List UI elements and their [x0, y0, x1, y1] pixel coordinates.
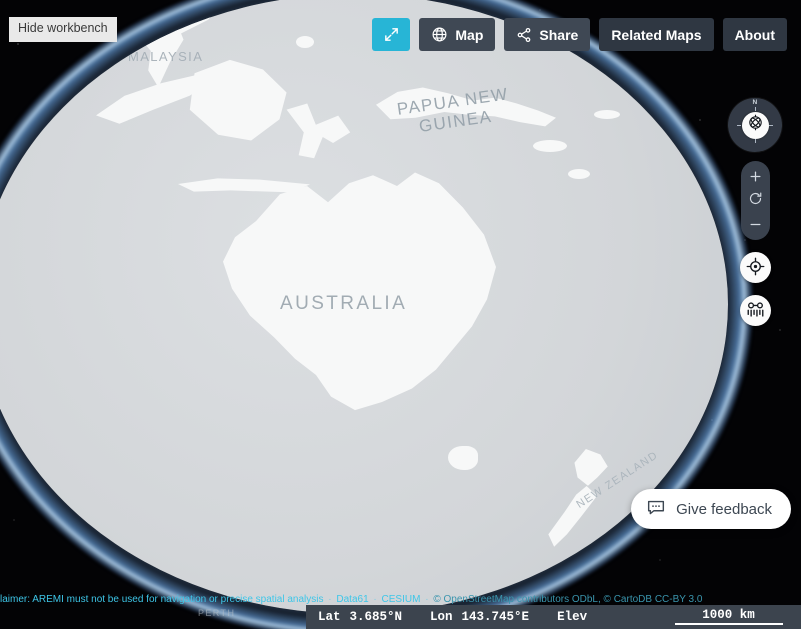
map-viewer-app: AUSTRALIA PAPUA NEW GUINEA MALAYSIA VIET…: [0, 0, 801, 629]
landmass-island-4: [368, 210, 388, 218]
menu-item-related-maps[interactable]: Related Maps: [599, 18, 714, 51]
attribution-link-data61[interactable]: Data61: [336, 594, 368, 605]
landmass-island-2: [568, 169, 590, 179]
globe-3d-viewport[interactable]: AUSTRALIA PAPUA NEW GUINEA MALAYSIA VIET…: [0, 0, 754, 629]
map-scale-label: 1000 km: [702, 608, 755, 622]
give-feedback-label: Give feedback: [676, 500, 772, 518]
menu-item-map-label: Map: [455, 26, 484, 43]
menu-item-about[interactable]: About: [722, 18, 787, 51]
geolocate-button[interactable]: [739, 252, 771, 283]
crosshair-target-icon: [746, 257, 765, 279]
landmass-new-zealand-north: [574, 449, 608, 486]
top-menu-bar: Map Share Related Maps About: [372, 18, 787, 51]
elevation-readout: Elev: [557, 610, 596, 624]
expand-arrows-icon: [383, 26, 400, 43]
zoom-reset-button[interactable]: [742, 189, 769, 211]
latitude-key: Lat: [318, 610, 341, 624]
globe-basemap: AUSTRALIA PAPUA NEW GUINEA MALAYSIA VIET…: [0, 0, 728, 614]
compass-tick-west: [737, 125, 741, 126]
latitude-value: 3.685°N: [349, 610, 403, 624]
hide-workbench-button[interactable]: Hide workbench: [9, 17, 117, 42]
compass-tick-south: [755, 139, 756, 143]
map-scale-legend: 1000 km: [656, 605, 801, 629]
attribution-disclaimer: claimer: AREMI must not be used for navi…: [0, 594, 324, 605]
zoom-controls: [740, 161, 770, 240]
longitude-value: 143.745°E: [461, 610, 530, 624]
landmass-new-zealand-south: [548, 486, 598, 547]
longitude-key: Lon: [430, 610, 453, 624]
menu-item-share[interactable]: Share: [504, 18, 591, 51]
compass-tick-north: [755, 107, 756, 111]
latitude-readout: Lat 3.685°N: [318, 610, 402, 624]
coordinate-readout[interactable]: Lat 3.685°N Lon 143.745°E Elev: [306, 605, 656, 629]
landmass-island-1: [533, 140, 567, 152]
compass-north-label: N: [752, 99, 758, 106]
zoom-out-button[interactable]: [742, 213, 769, 235]
compass-control[interactable]: N: [728, 98, 782, 152]
compass-tick-east: [769, 125, 773, 126]
attribution-bar: claimer: AREMI must not be used for navi…: [0, 594, 801, 605]
landmass-island-5: [296, 36, 314, 48]
globe-sphere[interactable]: AUSTRALIA PAPUA NEW GUINEA MALAYSIA VIET…: [0, 0, 728, 614]
menu-item-share-label: Share: [539, 26, 579, 43]
measure-tool-icon: [745, 299, 766, 323]
expand-fullscreen-button[interactable]: [372, 18, 411, 51]
landmass-tasmania: [448, 446, 478, 470]
longitude-readout: Lon 143.745°E: [430, 610, 529, 624]
elevation-key: Elev: [557, 610, 588, 624]
landmass-sulawesi: [286, 103, 351, 159]
menu-item-map[interactable]: Map: [419, 18, 496, 51]
gyroscope-icon: [746, 113, 765, 137]
attribution-copyright: © OpenStreetMap contributors ODbL, © Car…: [433, 594, 703, 605]
map-scale-rule: [674, 623, 783, 625]
attribution-link-cesium[interactable]: CESIUM: [382, 594, 421, 605]
globe-icon: [431, 26, 448, 43]
menu-item-about-label: About: [734, 26, 775, 43]
share-icon: [516, 27, 532, 43]
navigation-controls: N: [728, 98, 782, 326]
speech-bubble-icon: [646, 497, 666, 521]
reset-rotate-icon: [748, 191, 763, 209]
landmass-island-3: [330, 202, 356, 211]
menu-item-related-maps-label: Related Maps: [611, 26, 702, 43]
landmass-new-guinea: [376, 87, 556, 127]
landmass-island-6: [594, 110, 620, 119]
measure-tool-button[interactable]: [739, 295, 771, 326]
landmass-borneo: [189, 59, 287, 141]
landmass-australia: [223, 172, 496, 411]
give-feedback-button[interactable]: Give feedback: [631, 489, 791, 529]
zoom-in-button[interactable]: [742, 165, 769, 187]
compass-reset-knob[interactable]: [741, 111, 769, 139]
